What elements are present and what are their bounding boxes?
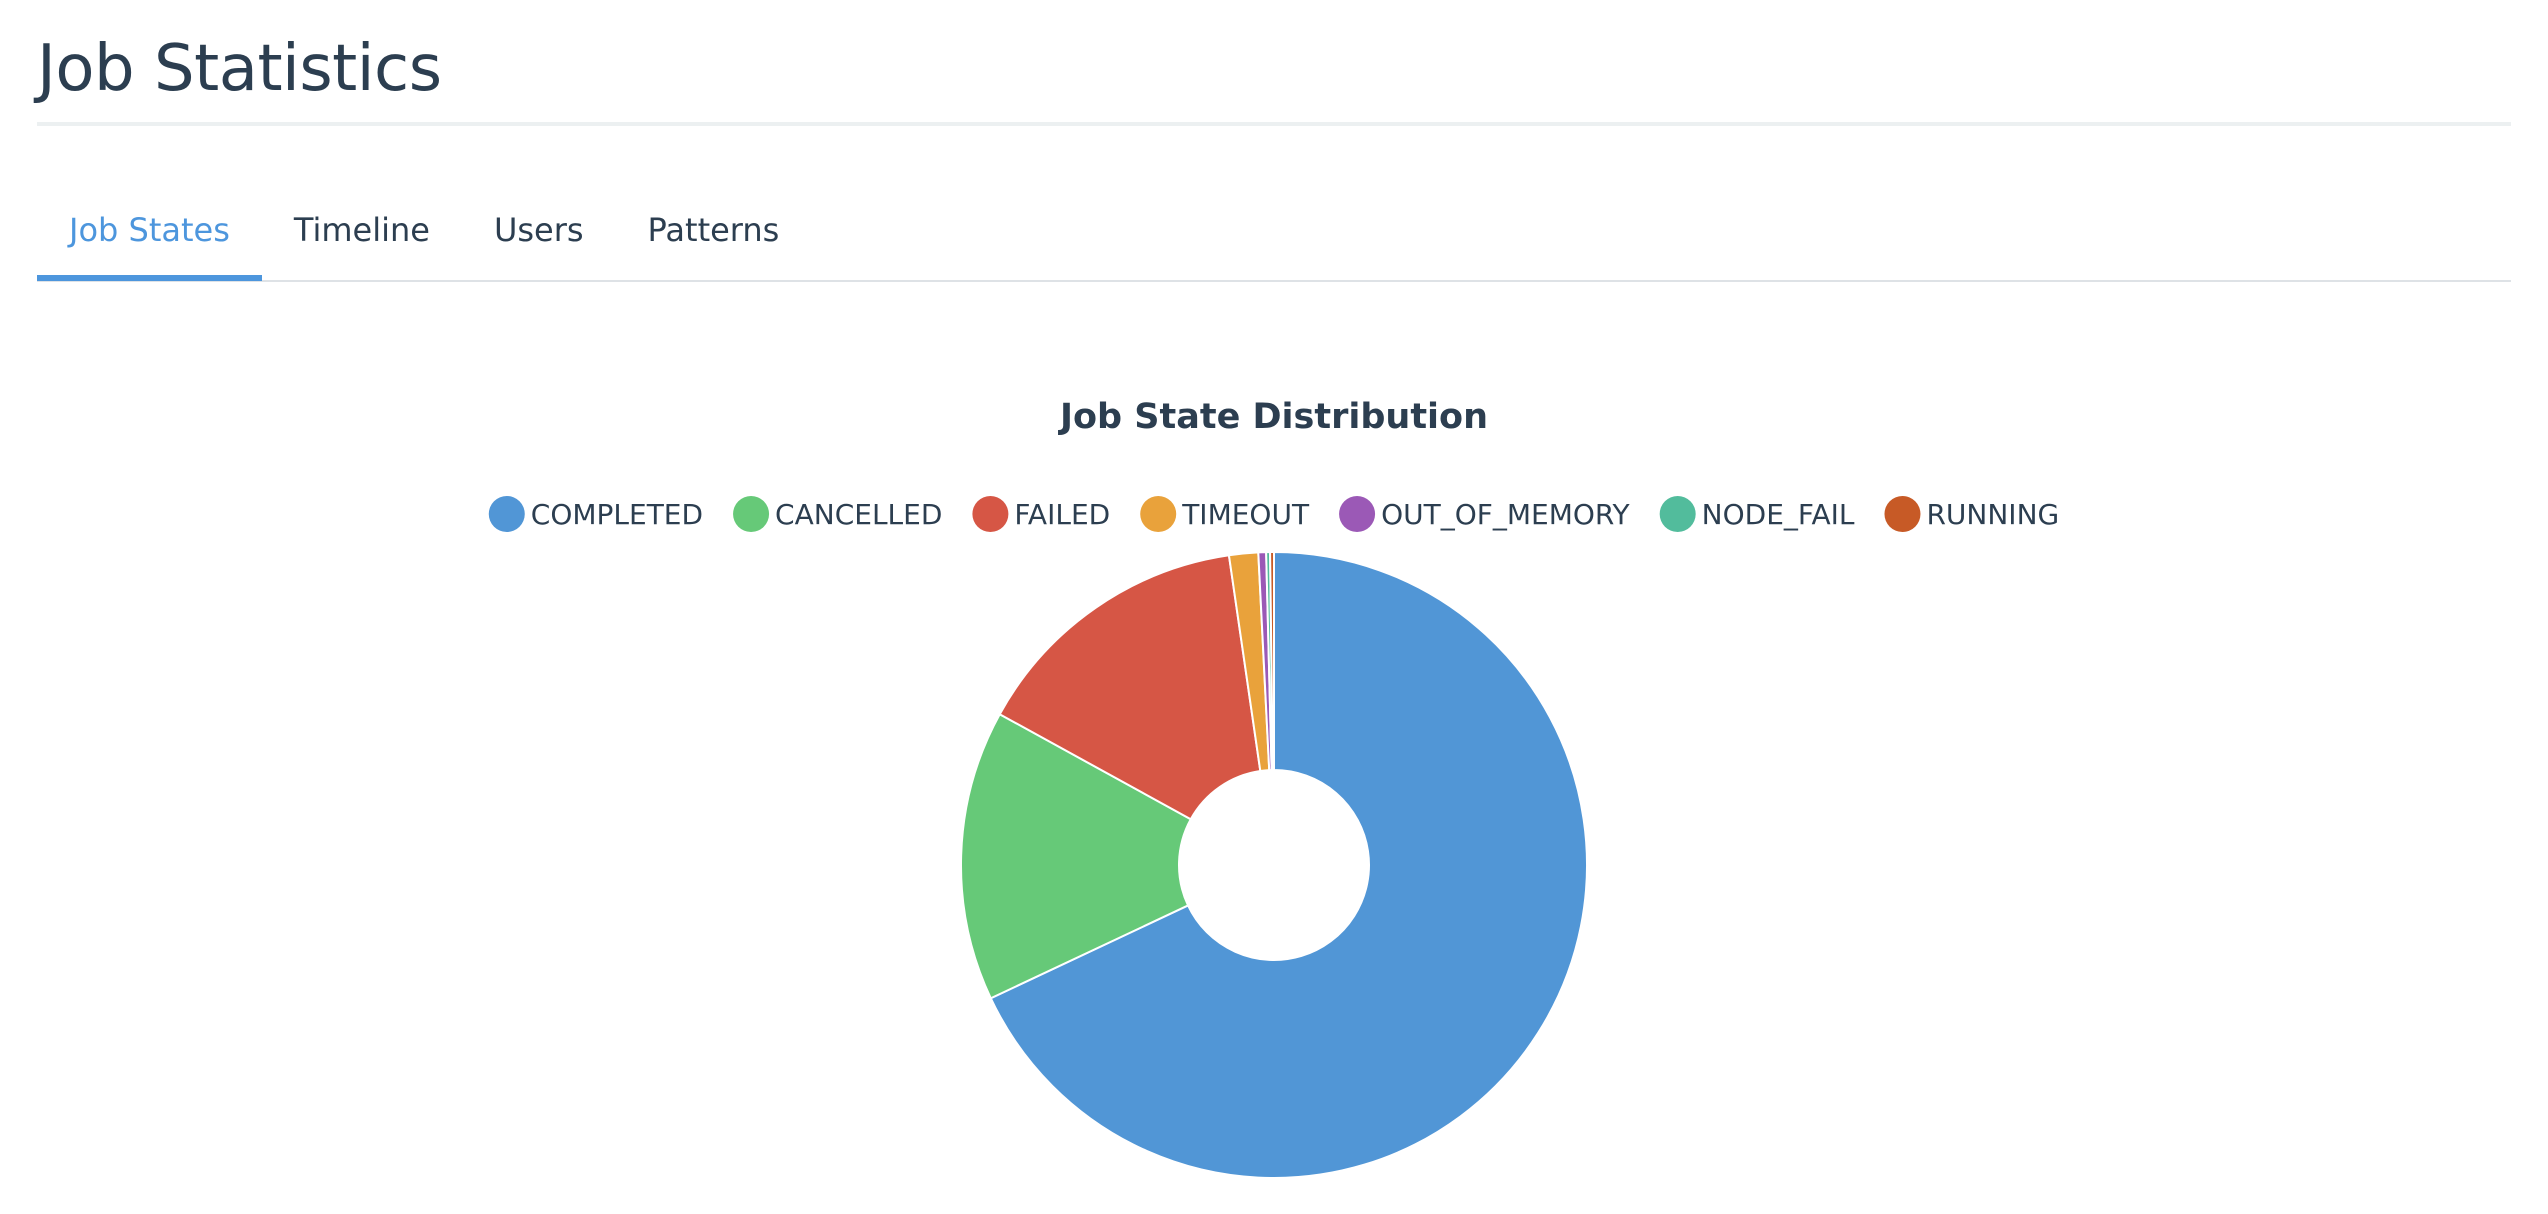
- legend-item-out-of-memory[interactable]: OUT_OF_MEMORY: [1339, 496, 1631, 532]
- legend-label-failed: FAILED: [1014, 498, 1110, 531]
- pie-slices: [960, 550, 1588, 1179]
- legend-marker-completed: [488, 496, 525, 532]
- legend-label-timeout: TIMEOUT: [1181, 498, 1310, 531]
- legend-label-node-fail: NODE_FAIL: [1702, 498, 1855, 531]
- chart-title: Job State Distribution: [1058, 397, 1488, 437]
- chart-legend: COMPLETED CANCELLED FAILED TIMEOUT OUT_OF_ME…: [488, 496, 2059, 532]
- legend-marker-failed: [972, 496, 1009, 532]
- legend-label-running: RUNNING: [1926, 498, 2059, 531]
- legend-item-running[interactable]: RUNNING: [1884, 496, 2059, 532]
- legend-item-failed[interactable]: FAILED: [972, 496, 1110, 532]
- legend-marker-running: [1884, 496, 1921, 532]
- legend-marker-out-of-memory: [1339, 496, 1376, 532]
- legend-item-node-fail[interactable]: NODE_FAIL: [1659, 496, 1855, 532]
- legend-item-completed[interactable]: COMPLETED: [488, 496, 703, 532]
- legend-marker-timeout: [1140, 496, 1177, 532]
- legend-item-cancelled[interactable]: CANCELLED: [733, 496, 942, 532]
- page: Job Statistics Job States Timeline Users…: [0, 0, 2548, 1214]
- legend-item-timeout[interactable]: TIMEOUT: [1140, 496, 1310, 532]
- legend-marker-node-fail: [1659, 496, 1696, 532]
- legend-label-cancelled: CANCELLED: [775, 498, 942, 531]
- legend-marker-cancelled: [733, 496, 770, 532]
- legend-label-completed: COMPLETED: [531, 498, 703, 531]
- legend-label-out-of-memory: OUT_OF_MEMORY: [1381, 498, 1630, 531]
- job-state-chart: Job State Distribution COMPLETED CANCELLE…: [488, 397, 2059, 1179]
